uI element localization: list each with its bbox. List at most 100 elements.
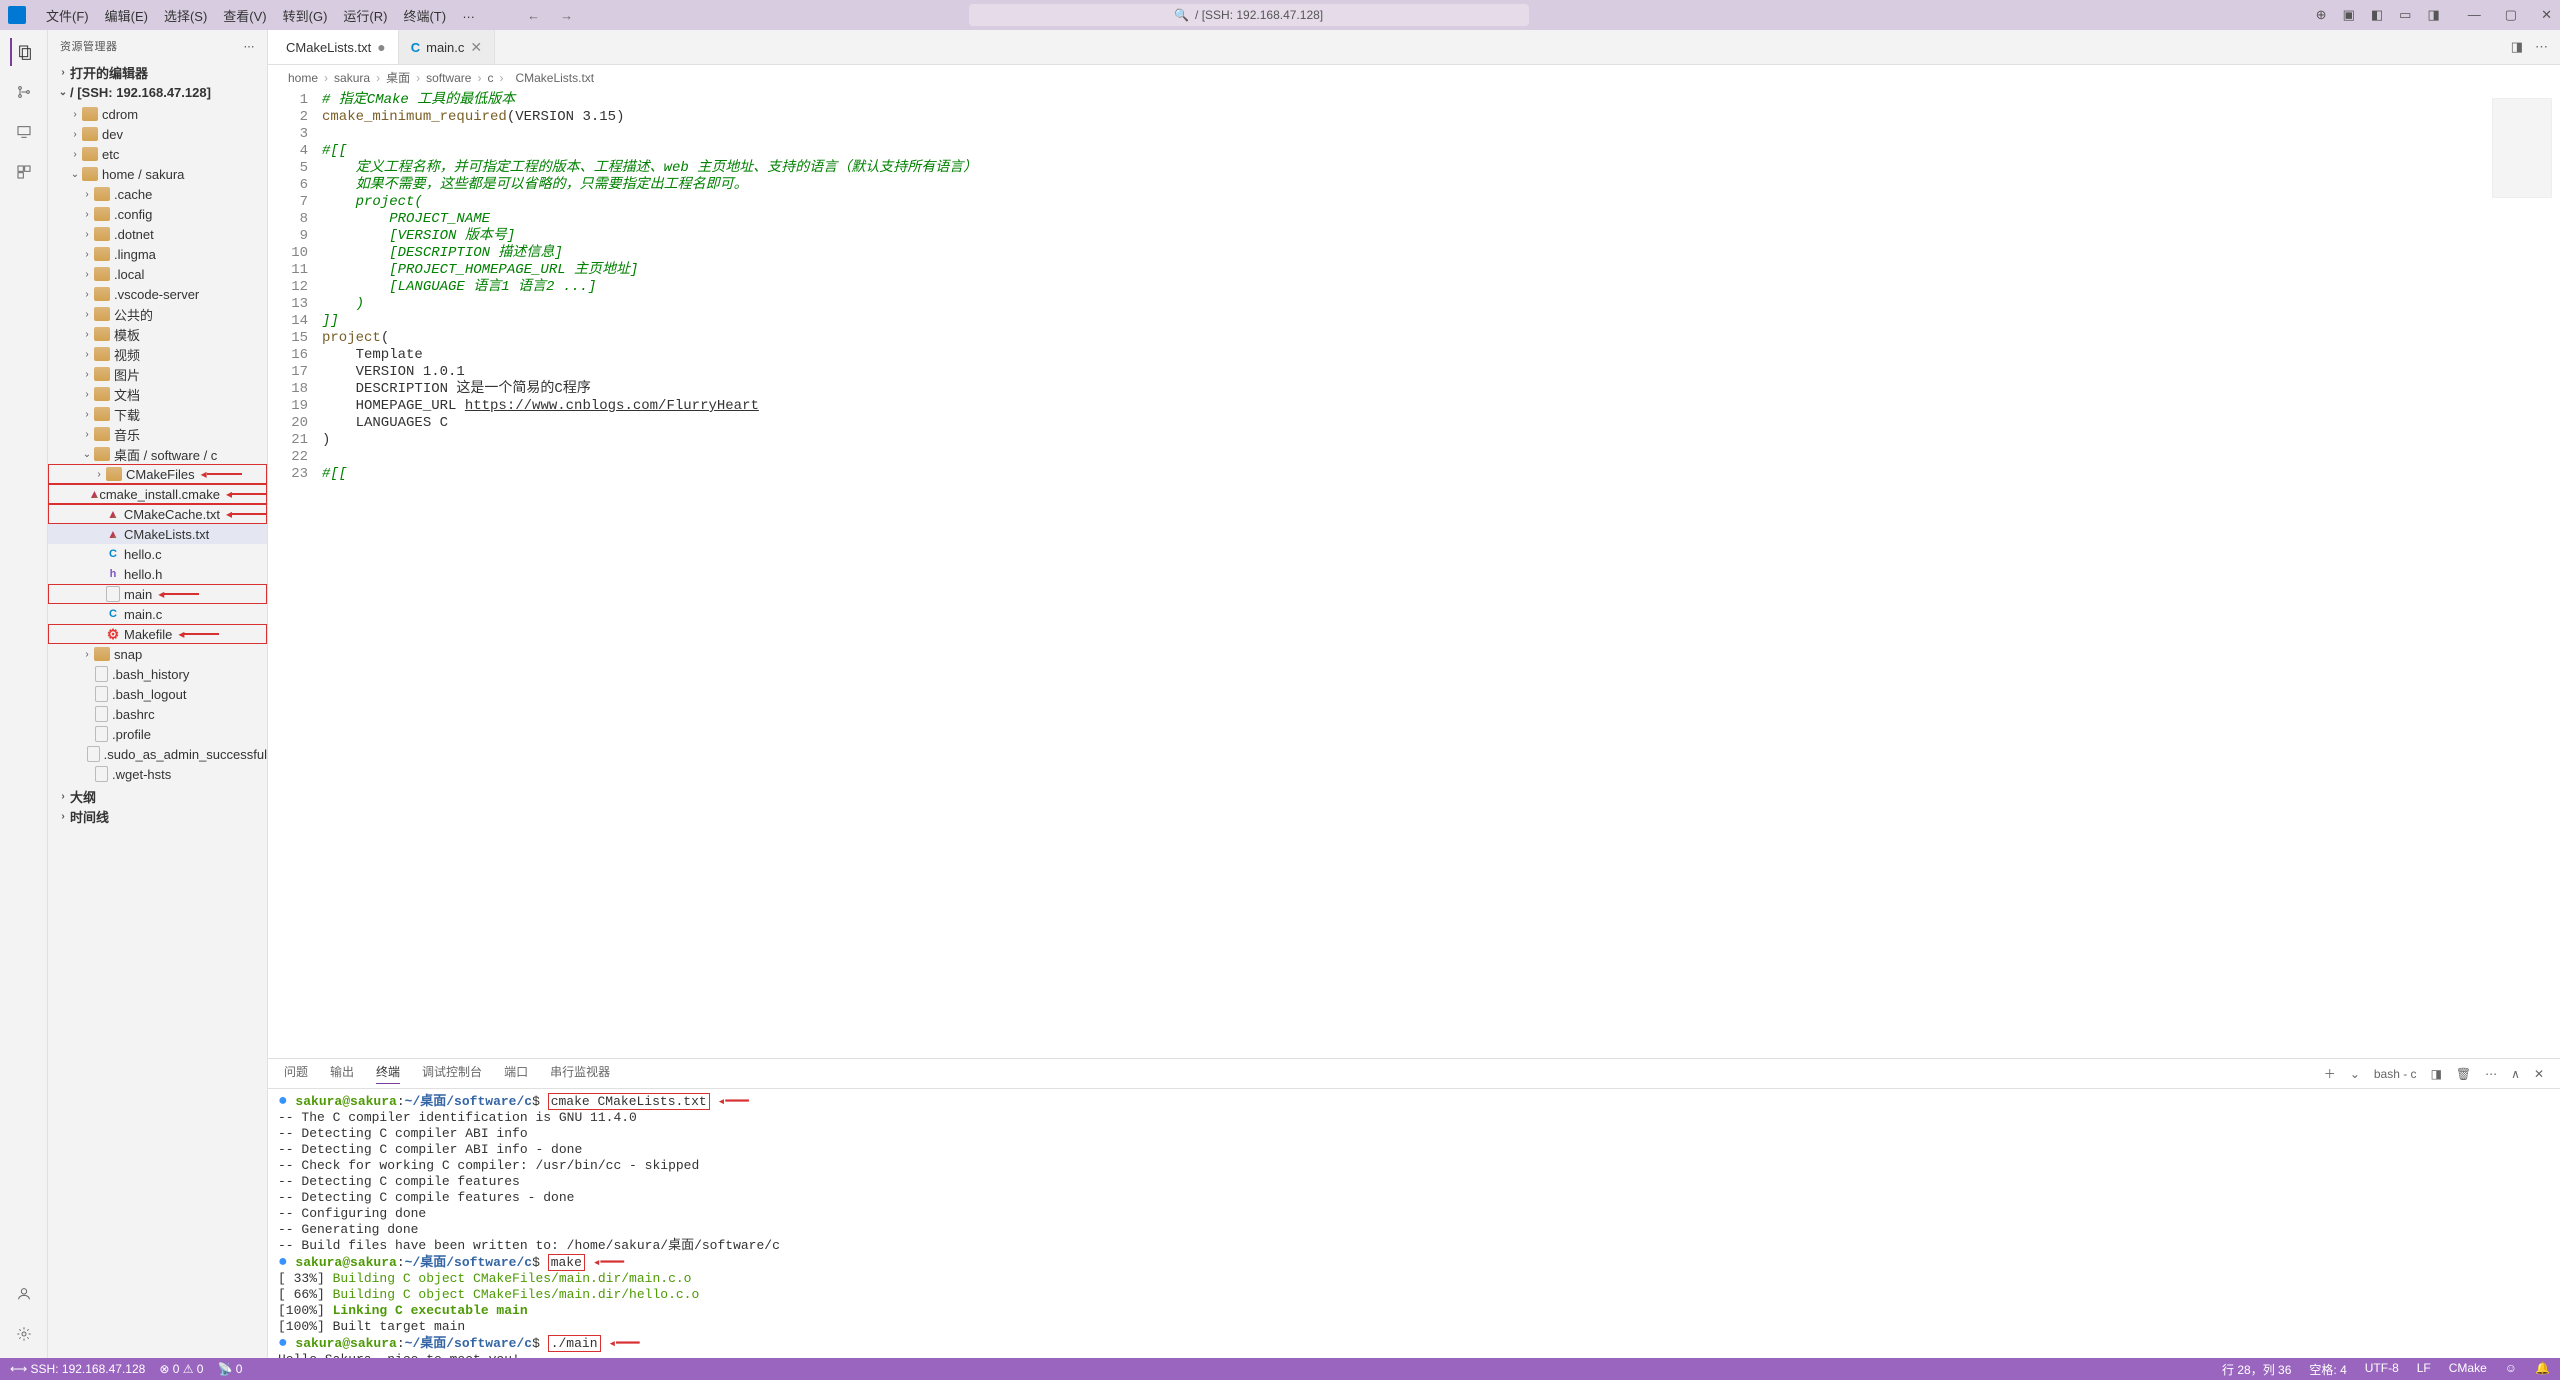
tree-item[interactable]: CMakeLists.txt xyxy=(48,524,267,544)
editor-tab[interactable]: CMakeLists.txt● xyxy=(268,30,399,64)
section-timeline[interactable]: › 时间线 xyxy=(48,806,267,826)
panel-tab[interactable]: 端口 xyxy=(504,1063,528,1084)
menu-item[interactable]: 转到(G) xyxy=(275,6,336,25)
tree-item[interactable]: ›.dotnet xyxy=(48,224,267,244)
tree-item[interactable]: ⌄home / sakura xyxy=(48,164,267,184)
terminal-output[interactable]: ● sakura@sakura:~/桌面/software/c$ cmake C… xyxy=(268,1089,2560,1358)
menu-item[interactable]: 查看(V) xyxy=(215,6,274,25)
tree-item[interactable]: ›.local xyxy=(48,264,267,284)
breadcrumb-item[interactable]: sakura xyxy=(334,71,370,85)
breadcrumb[interactable]: home›sakura›桌面›software›c›CMakeLists.txt xyxy=(268,65,2560,90)
dirty-icon[interactable]: ● xyxy=(377,39,385,55)
tree-item[interactable]: ⚙Makefile◂ xyxy=(48,624,267,644)
tree-item[interactable]: .bash_history xyxy=(48,664,267,684)
breadcrumb-item[interactable]: CMakeLists.txt xyxy=(515,71,594,85)
nav-forward-icon[interactable]: → xyxy=(560,8,573,23)
tree-item[interactable]: .bash_logout xyxy=(48,684,267,704)
tree-item[interactable]: ›模板 xyxy=(48,324,267,344)
tree-item[interactable]: main◂ xyxy=(48,584,267,604)
split-terminal-icon[interactable]: ⌄ xyxy=(2350,1067,2360,1081)
indent-status[interactable]: 空格: 4 xyxy=(2309,1361,2346,1378)
copilot-icon[interactable]: ⊕ xyxy=(2316,7,2327,23)
panel-tab[interactable]: 调试控制台 xyxy=(422,1063,482,1084)
section-open-editors[interactable]: › 打开的编辑器 xyxy=(48,62,267,82)
tree-item[interactable]: ›文档 xyxy=(48,384,267,404)
tree-item[interactable]: ›cdrom xyxy=(48,104,267,124)
more-icon[interactable]: ⋯ xyxy=(2485,1067,2497,1081)
tree-item[interactable]: ›snap xyxy=(48,644,267,664)
minimize-icon[interactable]: — xyxy=(2468,7,2481,23)
sidebar-toggle-icon[interactable]: ▭ xyxy=(2399,7,2411,23)
tree-item[interactable]: ⌄桌面 / software / c xyxy=(48,444,267,464)
tree-item[interactable]: ›.cache xyxy=(48,184,267,204)
cursor-position[interactable]: 行 28，列 36 xyxy=(2222,1361,2291,1378)
tree-item[interactable]: ›etc xyxy=(48,144,267,164)
section-root[interactable]: ⌄ / [SSH: 192.168.47.128] xyxy=(48,82,267,102)
source-control-icon[interactable] xyxy=(10,78,38,106)
editor-tab[interactable]: Cmain.c✕ xyxy=(399,30,495,64)
breadcrumb-item[interactable]: c xyxy=(487,71,493,85)
menu-item[interactable]: 编辑(E) xyxy=(97,6,156,25)
tree-item[interactable]: ›音乐 xyxy=(48,424,267,444)
tree-item[interactable]: cmake_install.cmake◂ xyxy=(48,484,267,504)
new-terminal-icon[interactable]: ＋ xyxy=(2324,1065,2336,1082)
panel-tab[interactable]: 终端 xyxy=(376,1063,400,1084)
maximize-panel-icon[interactable]: ∧ xyxy=(2511,1067,2520,1081)
menu-item[interactable]: … xyxy=(454,6,483,25)
problems-status[interactable]: ⊗ 0 ⚠ 0 xyxy=(159,1362,203,1376)
tree-item[interactable]: .sudo_as_admin_successful xyxy=(48,744,267,764)
panel-tab[interactable]: 串行监视器 xyxy=(550,1063,610,1084)
encoding-status[interactable]: UTF-8 xyxy=(2365,1361,2399,1378)
close-icon[interactable]: ✕ xyxy=(470,39,482,56)
tree-item[interactable]: ›.config xyxy=(48,204,267,224)
breadcrumb-item[interactable]: home xyxy=(288,71,318,85)
account-icon[interactable] xyxy=(10,1280,38,1308)
eol-status[interactable]: LF xyxy=(2417,1361,2431,1378)
split-editor-icon[interactable]: ◨ xyxy=(2511,39,2523,55)
panel-tab[interactable]: 输出 xyxy=(330,1063,354,1084)
customize-layout-icon[interactable]: ◨ xyxy=(2427,7,2439,23)
tree-item[interactable]: Chello.c xyxy=(48,544,267,564)
extensions-icon[interactable] xyxy=(10,158,38,186)
close-panel-icon[interactable]: ✕ xyxy=(2534,1067,2544,1081)
tree-item[interactable]: ›图片 xyxy=(48,364,267,384)
more-icon[interactable]: ⋯ xyxy=(2535,39,2548,55)
tree-item[interactable]: ›视频 xyxy=(48,344,267,364)
language-status[interactable]: CMake xyxy=(2449,1361,2487,1378)
feedback-icon[interactable]: ☺ xyxy=(2505,1361,2517,1378)
settings-icon[interactable] xyxy=(10,1320,38,1348)
tree-item[interactable]: ›CMakeFiles◂ xyxy=(48,464,267,484)
tree-item[interactable]: ›下载 xyxy=(48,404,267,424)
section-outline[interactable]: › 大纲 xyxy=(48,786,267,806)
notifications-icon[interactable]: 🔔 xyxy=(2535,1361,2550,1378)
tree-item[interactable]: .wget-hsts xyxy=(48,764,267,784)
menu-item[interactable]: 终端(T) xyxy=(395,6,454,25)
tree-item[interactable]: hhello.h xyxy=(48,564,267,584)
tree-item[interactable]: .bashrc xyxy=(48,704,267,724)
panel-toggle-icon[interactable]: ◧ xyxy=(2371,7,2383,23)
tree-item[interactable]: ›dev xyxy=(48,124,267,144)
tree-item[interactable]: ›.vscode-server xyxy=(48,284,267,304)
code-editor[interactable]: 1234567891011121314151617181920212223 # … xyxy=(268,90,2560,1058)
explorer-icon[interactable] xyxy=(10,38,38,66)
tree-item[interactable]: CMakeCache.txt◂ xyxy=(48,504,267,524)
tree-item[interactable]: ›.lingma xyxy=(48,244,267,264)
breadcrumb-item[interactable]: software xyxy=(426,71,471,85)
nav-back-icon[interactable]: ← xyxy=(527,8,540,23)
menu-item[interactable]: 文件(F) xyxy=(38,6,97,25)
tree-item[interactable]: Cmain.c xyxy=(48,604,267,624)
remote-status[interactable]: ⟷ SSH: 192.168.47.128 xyxy=(10,1362,145,1376)
more-icon[interactable]: ⋯ xyxy=(244,40,256,53)
shell-label[interactable]: bash - c xyxy=(2374,1067,2417,1081)
minimap[interactable] xyxy=(2492,98,2552,198)
trash-icon[interactable]: 🗑 xyxy=(2456,1067,2471,1081)
close-icon[interactable]: ✕ xyxy=(2541,7,2552,23)
code-content[interactable]: # 指定CMake 工具的最低版本cmake_minimum_required(… xyxy=(322,92,2560,1058)
layout-icon[interactable]: ▣ xyxy=(2343,7,2355,23)
panel-tab[interactable]: 问题 xyxy=(284,1063,308,1084)
command-center[interactable]: 🔍 / [SSH: 192.168.47.128] xyxy=(969,4,1529,26)
menu-item[interactable]: 运行(R) xyxy=(335,6,395,25)
breadcrumb-item[interactable]: 桌面 xyxy=(386,69,410,86)
menu-item[interactable]: 选择(S) xyxy=(156,6,215,25)
split-icon[interactable]: ◨ xyxy=(2431,1067,2442,1081)
